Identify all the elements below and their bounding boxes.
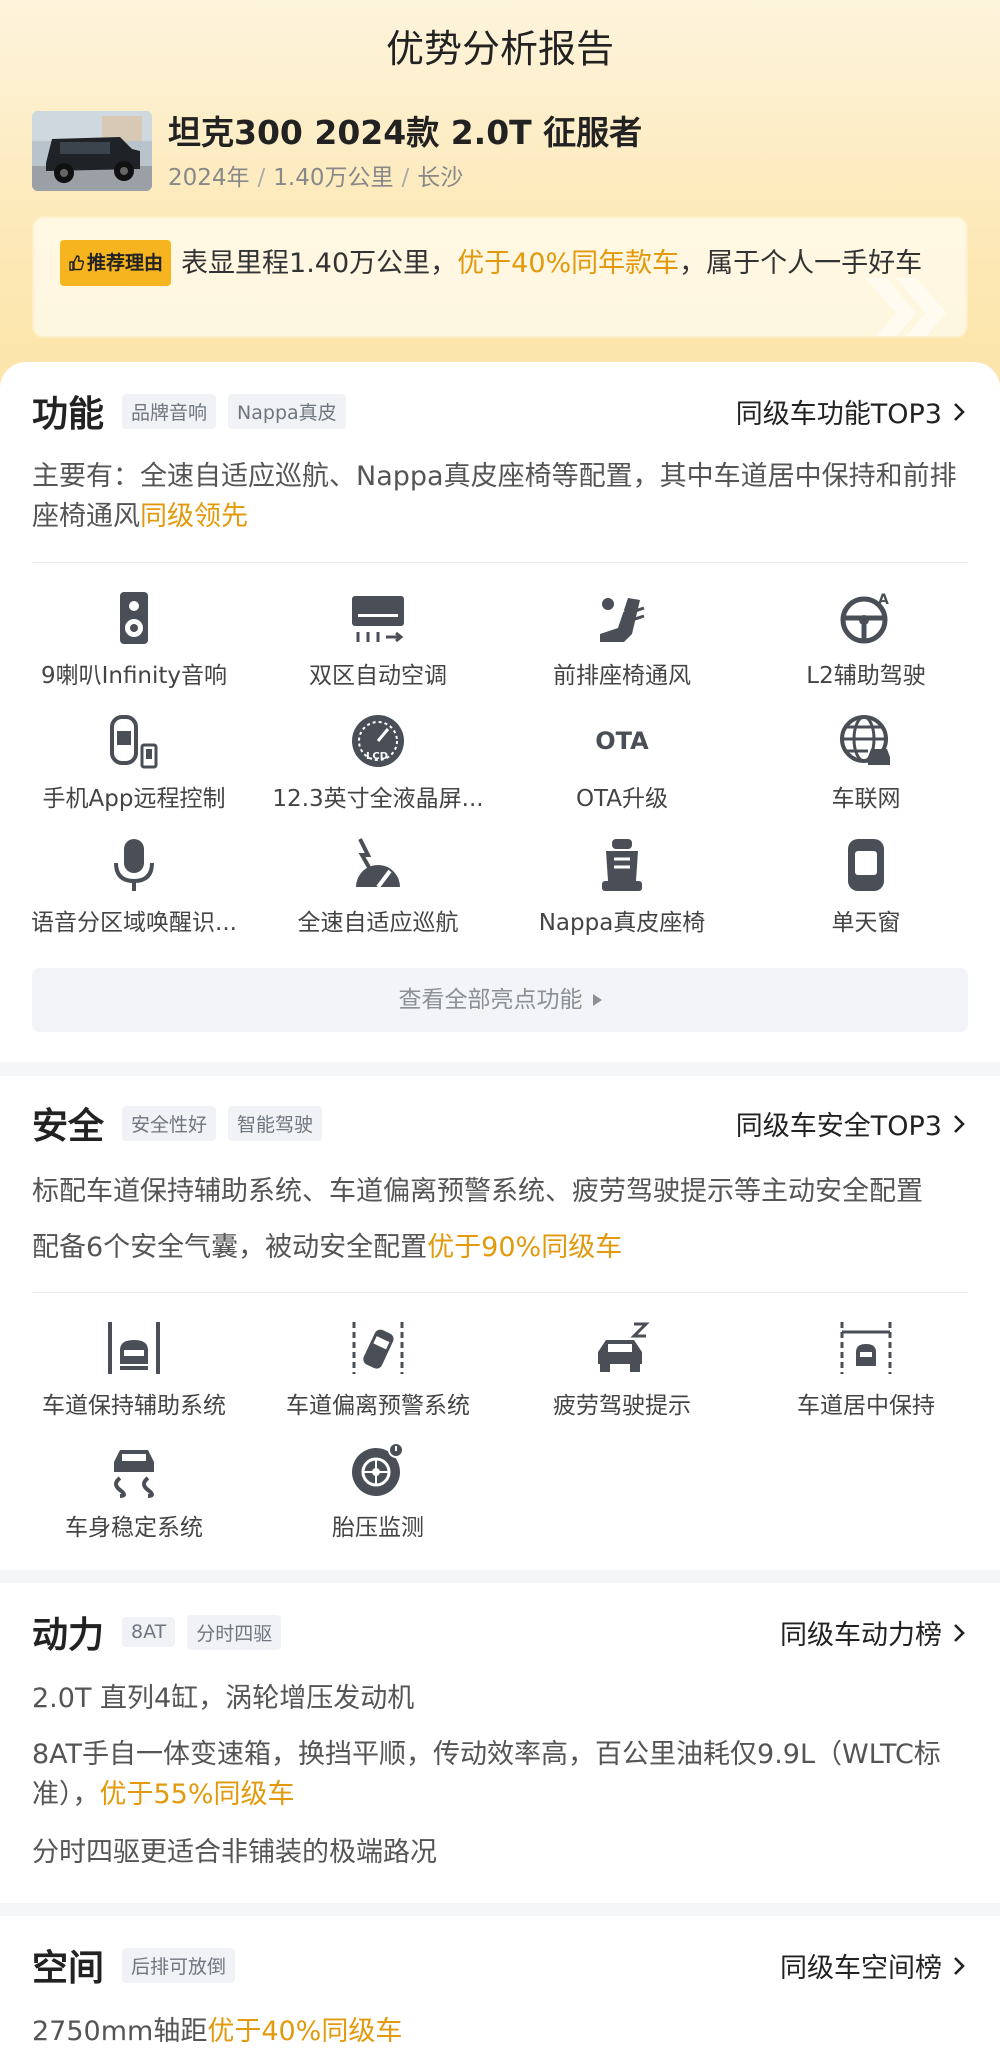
phone-remote-icon [110,715,158,769]
function-tag: Nappa真皮 [228,393,346,429]
play-arrow-icon [592,994,602,1006]
drivetrain-description: 分时四驱更适合非铺装的极端路况 [32,1837,437,1868]
speaker-icon [120,592,148,644]
feature-item[interactable]: 手机App远程控制 [12,713,256,813]
car-name: 坦克300 2024款 2.0T 征服者 [168,113,643,152]
function-top3-label: 同级车功能TOP3 [735,399,942,430]
feature-item[interactable]: 车身稳定系统 [12,1442,256,1542]
feature-item[interactable]: OTA OTA升级 [500,713,744,813]
feature-item[interactable]: 前排座椅通风 [500,590,744,690]
connected-car-icon [840,715,890,765]
chevron-decoration-icon [866,278,946,336]
page-title: 优势分析报告 [385,27,614,71]
stability-control-icon [114,1450,154,1498]
chevron-right-icon [954,402,965,421]
tire-pressure-icon [352,1442,404,1496]
microphone-icon [114,839,154,891]
divider [32,1292,968,1293]
divider [32,562,968,563]
power-tag: 分时四驱 [187,1614,282,1650]
svg-text:LCD: LCD [366,751,388,762]
feature-item[interactable]: 车联网 [744,713,988,813]
safety-passive-description: 配备6个安全气囊，被动安全配置优于90%同级车 [32,1232,623,1263]
view-all-features-button[interactable]: 查看全部亮点功能 [32,968,968,1032]
function-section: 功能 品牌音响 Nappa真皮 同级车功能TOP3 主要有：全速自适应巡航、Na… [0,362,1000,1062]
safety-title: 安全 [32,1106,105,1147]
thumbs-up-icon [69,255,85,271]
car-thumbnail[interactable] [32,111,152,191]
chevron-right-icon [954,1114,965,1133]
chevron-right-icon [954,1956,965,1975]
feature-item[interactable]: 双区自动空调 [256,590,500,690]
function-title: 功能 [32,394,105,435]
engine-description: 2.0T 直列4缸，涡轮增压发动机 [32,1683,415,1714]
power-section: 动力 8AT 分时四驱 同级车动力榜 2.0T 直列4缸，涡轮增压发动机 8AT… [0,1583,1000,1903]
leather-seat-icon [602,839,642,891]
wheelbase-description: 2750mm轴距优于40%同级车 [32,2016,403,2047]
reason-highlight: 优于40%同年款车 [457,248,680,279]
space-tag: 后排可放倒 [122,1947,236,1983]
feature-item[interactable]: LCD 12.3英寸全液晶屏... [256,713,500,813]
reason-text-pre: 表显里程1.40万公里， [181,248,458,279]
power-ranking-link[interactable]: 同级车动力榜 [780,1613,966,1652]
power-tag: 8AT [122,1617,176,1647]
transmission-description: 8AT手自一体变速箱，换挡平顺，传动效率高，百公里油耗仅9.9L（WLTC标准）… [32,1739,941,1810]
feature-item[interactable]: 车道居中保持 [744,1320,988,1420]
lcd-gauge-icon: LCD [352,715,404,767]
lane-center-icon [840,1322,892,1374]
recommend-badge: 推荐理由 [60,240,172,286]
recommend-badge-label: 推荐理由 [87,252,164,274]
safety-active-description: 标配车道保持辅助系统、车道偏离预警系统、疲劳驾驶提示等主动安全配置 [32,1176,923,1207]
chevron-right-icon [954,1623,965,1642]
power-title: 动力 [32,1615,105,1656]
feature-item[interactable]: 全速自适应巡航 [256,837,500,937]
svg-text:A: A [878,592,889,608]
safety-top3-link[interactable]: 同级车安全TOP3 [736,1104,966,1143]
sunroof-icon [848,839,884,891]
car-meta: 2024年/1.40万公里 / 长沙 [168,165,464,191]
safety-tag: 智能驾驶 [228,1105,323,1141]
ota-icon: OTA [595,727,649,755]
car-year: 2024年 [168,165,250,191]
feature-item[interactable]: 单天窗 [744,837,988,937]
feature-item[interactable]: Nappa真皮座椅 [500,837,744,937]
cruise-control-icon [356,838,400,889]
space-section: 空间 后排可放倒 同级车空间榜 2750mm轴距优于40%同级车 [0,1916,1000,2055]
function-tag: 品牌音响 [122,393,217,429]
safety-tag: 安全性好 [122,1105,217,1141]
feature-item[interactable]: 疲劳驾驶提示 [500,1320,744,1420]
feature-item[interactable]: 胎压监测 [256,1442,500,1542]
lane-departure-icon [352,1322,404,1374]
function-top3-link[interactable]: 同级车功能TOP3 [736,392,966,431]
feature-item[interactable]: 语音分区域唤醒识... [12,837,256,937]
lane-keep-icon [108,1322,160,1374]
report-header: 优势分析报告 坦克300 2024款 2.0T 征服者 2024年/1.40万公… [0,0,1000,420]
function-description: 主要有：全速自适应巡航、Nappa真皮座椅等配置，其中车道居中保持和前排座椅通风… [32,461,957,532]
feature-item[interactable]: 9喇叭Infinity音响 [12,590,256,690]
space-ranking-link[interactable]: 同级车空间榜 [780,1946,966,1985]
feature-item[interactable]: A L2辅助驾驶 [744,590,988,690]
air-conditioner-icon [352,596,404,643]
feature-item[interactable]: 车道偏离预警系统 [256,1320,500,1420]
car-city: 长沙 [417,165,464,191]
car-mileage: 1.40万公里 [273,165,394,191]
svg-text:OTA: OTA [595,727,649,755]
recommend-reason-box: 推荐理由 表显里程1.40万公里，优于40%同年款车，属于个人一手好车 [32,216,968,338]
assisted-driving-icon: A [840,592,889,644]
feature-item[interactable]: 车道保持辅助系统 [12,1320,256,1420]
fatigue-alert-icon [598,1322,650,1372]
seat-ventilation-icon [600,598,645,642]
space-title: 空间 [32,1948,105,1989]
